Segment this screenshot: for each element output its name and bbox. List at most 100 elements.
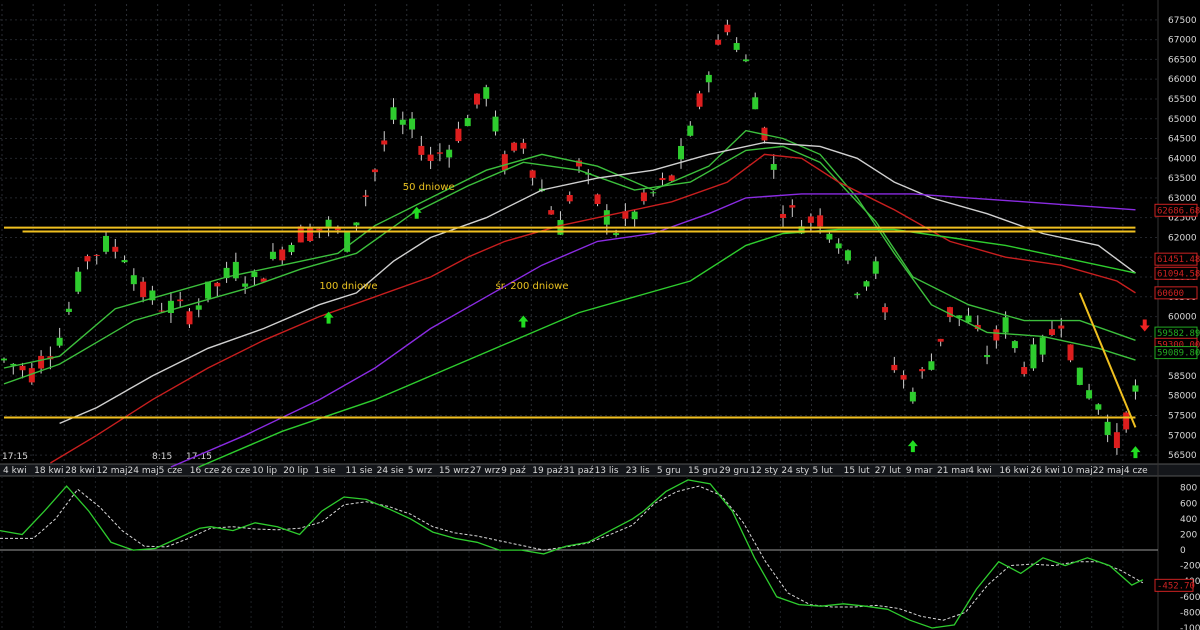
price-badge-text: 61094.58 [1157, 269, 1200, 279]
x-tick-label: 10 lip [252, 466, 277, 476]
candle-down [696, 93, 703, 107]
candle-up [399, 119, 406, 125]
y-tick-label: 57000 [1168, 431, 1197, 441]
candle-down [307, 227, 314, 242]
candle-up [770, 164, 777, 170]
x-tick-label: 5 cze [159, 466, 183, 476]
candle-down [371, 169, 378, 173]
candle-up [1, 358, 7, 361]
x-tick-label: 5 gru [657, 466, 681, 476]
x-tick-label: 31 paź [563, 466, 594, 476]
x-tick-label: 11 sie [345, 466, 373, 476]
x-tick-label: 27 wrz [470, 466, 500, 476]
x-tick-label: 4 kwi [3, 466, 27, 476]
candle-down [38, 355, 45, 369]
candle-down [214, 282, 221, 287]
y-tick-label: 67500 [1168, 16, 1197, 26]
price-badge-text: 59582.89 [1157, 329, 1200, 339]
candle-down [93, 254, 100, 256]
candle-down [112, 246, 119, 252]
x-tick-label: 27 lut [875, 466, 902, 476]
candle-up [1011, 341, 1018, 349]
candle-up [390, 107, 397, 120]
osc-y-tick-label: 200 [1180, 530, 1197, 540]
candle-down [520, 142, 527, 149]
candle-up [603, 210, 610, 225]
osc-value-text: -452.70 [1157, 581, 1195, 591]
candle-up [56, 337, 63, 346]
candle-up [826, 233, 833, 240]
candle-down [882, 307, 889, 313]
x-tick-label: 15 gru [688, 466, 717, 476]
candle-down [1123, 412, 1130, 430]
y-tick-label: 60000 [1168, 313, 1197, 323]
x-tick-label: 24 sie [377, 466, 405, 476]
candle-down [1021, 367, 1028, 375]
candle-down [84, 256, 91, 262]
candle-down [900, 375, 907, 380]
y-tick-label: 66500 [1168, 55, 1197, 65]
osc-y-tick-label: -600 [1180, 593, 1200, 603]
x-tick-label: 22 maj [1093, 466, 1124, 476]
candle-up [928, 361, 935, 370]
price-badge-text: 60600 [1157, 289, 1184, 299]
x-tick-label: 5 lut [813, 466, 834, 476]
time-mark: 17:15 [2, 452, 28, 462]
x-tick-label: 4 kwi [968, 466, 992, 476]
y-tick-label: 56500 [1168, 451, 1197, 461]
price-badge-text: 59089.80 [1157, 349, 1200, 359]
candle-up [195, 305, 202, 310]
candle-down [381, 140, 388, 145]
candle-down [297, 226, 304, 243]
x-tick-label: 16 cze [190, 466, 220, 476]
candle-up [205, 281, 212, 299]
candle-up [984, 354, 991, 358]
candle-up [325, 219, 332, 227]
price-badge-text: 61451.48 [1157, 255, 1200, 265]
candle-down [1048, 329, 1055, 335]
candle-down [640, 192, 647, 202]
candle-up [1095, 404, 1102, 410]
candle-down [937, 338, 944, 342]
candle-down [659, 178, 666, 181]
candle-down [418, 145, 425, 155]
x-tick-label: 24 sty [781, 466, 810, 476]
candle-down [548, 210, 555, 215]
osc-y-tick-label: 800 [1180, 484, 1197, 494]
candle-down [501, 154, 508, 171]
x-tick-label: 1 sie [314, 466, 336, 476]
y-tick-label: 65500 [1168, 95, 1197, 105]
annotation-label: śr. 200 dniowe [496, 280, 569, 292]
candle-up [492, 116, 499, 132]
x-tick-label: 15 wrz [439, 466, 469, 476]
candle-up [1086, 390, 1093, 399]
y-tick-label: 63000 [1168, 194, 1197, 204]
candle-down [891, 364, 898, 371]
osc-y-tick-label: -200 [1180, 562, 1200, 572]
candle-up [1030, 344, 1037, 369]
candle-down [140, 281, 147, 298]
x-tick-label: 24 maj [128, 466, 159, 476]
candle-down [186, 311, 193, 325]
x-tick-label: 12 maj [96, 466, 127, 476]
candle-down [817, 215, 824, 227]
candle-down [19, 365, 26, 371]
time-mark: 17:15 [186, 452, 212, 462]
candle-up [1076, 367, 1083, 385]
candle-down [455, 128, 462, 142]
x-tick-label: 29 gru [719, 466, 748, 476]
candle-up [1132, 385, 1139, 392]
candle-down [1058, 325, 1065, 329]
candle-up [75, 271, 82, 292]
candle-down [1113, 432, 1120, 449]
candle-down [993, 329, 1000, 341]
x-tick-label: 12 sty [750, 466, 779, 476]
candle-up [464, 118, 471, 127]
candle-up [742, 59, 749, 62]
candle-down [511, 142, 518, 151]
candle-up [121, 260, 128, 263]
candle-up [909, 391, 916, 402]
x-tick-label: 13 lis [595, 466, 619, 476]
annotation-label: 50 dniowe [403, 182, 455, 193]
candle-down [789, 205, 796, 208]
